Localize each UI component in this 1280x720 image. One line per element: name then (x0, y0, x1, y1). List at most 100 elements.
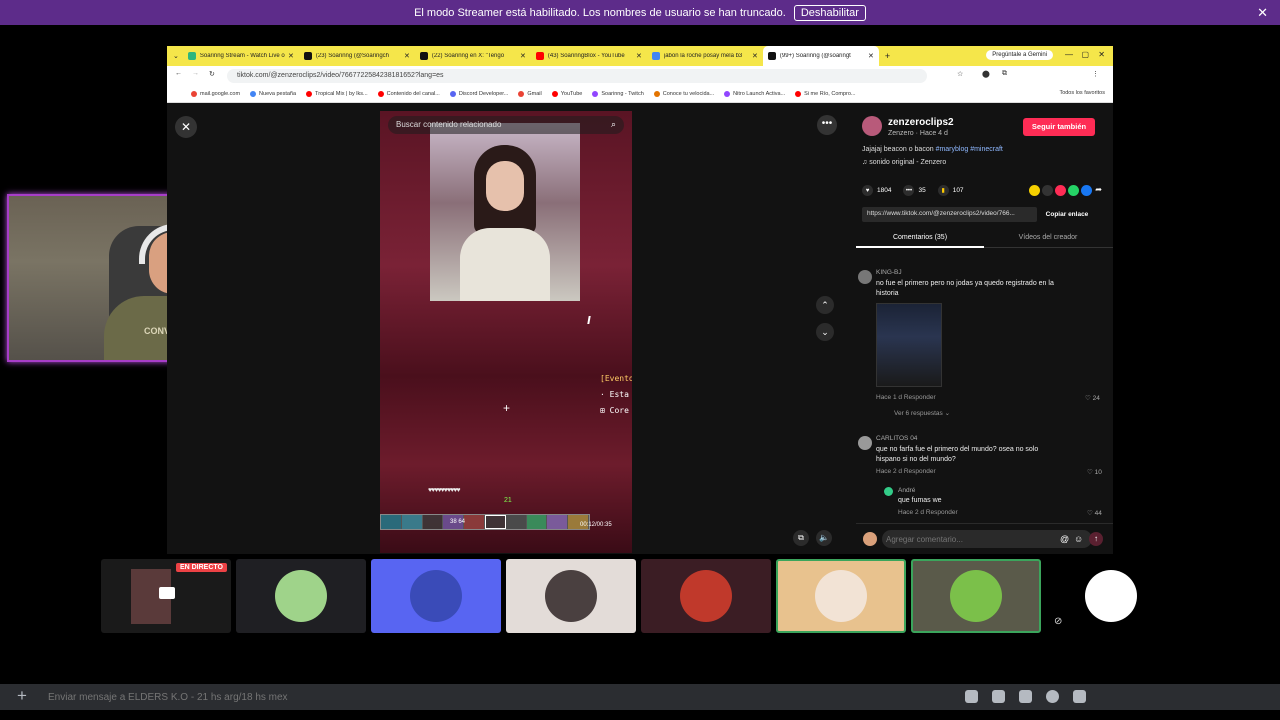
mention-icon[interactable]: @ (1060, 534, 1069, 544)
tab-close-icon[interactable]: ✕ (288, 52, 294, 60)
participant-tile[interactable] (371, 559, 501, 633)
participant-tile[interactable] (236, 559, 366, 633)
reply-meta[interactable]: Hace 2 d Responder (898, 509, 958, 516)
bookmark-item[interactable]: Nitro Launch Activa... (724, 91, 785, 97)
bookmark-label: Discord Developer... (458, 91, 509, 97)
browser-tab[interactable]: (23) Soarinng (@Soaringch ✕ (299, 46, 415, 66)
browser-tab[interactable]: (22) Soarinng en X: "Tengo ✕ (415, 46, 531, 66)
bookmark-item[interactable]: Conoce tu velocida... (653, 91, 714, 97)
more-options-icon[interactable]: ••• (817, 115, 837, 135)
bookmark-item[interactable]: YouTube (551, 91, 582, 97)
comment-avatar[interactable] (858, 270, 872, 284)
tab-close-icon[interactable]: ✕ (868, 52, 874, 60)
send-icon[interactable] (1055, 185, 1067, 196)
puzzle-icon[interactable]: ⧉ (1002, 70, 1007, 78)
tab-creator-videos[interactable]: Vídeos del creador (984, 228, 1112, 248)
creator-username[interactable]: zenzeroclips2 (888, 117, 954, 128)
participant-tile[interactable] (641, 559, 771, 633)
prev-video-icon[interactable]: ⌃ (816, 296, 834, 314)
bookmark-item[interactable]: Tropical Mix | by lks... (306, 91, 368, 97)
participant-tile[interactable] (776, 559, 906, 633)
browser-tab[interactable]: (99+) Soarinng (@soaringt ✕ (762, 46, 879, 66)
pip-icon[interactable]: ⧉ (793, 530, 809, 546)
follow-button[interactable]: Seguir también (1023, 118, 1095, 136)
gemini-button[interactable]: Pregúntale a Gemini (986, 50, 1053, 60)
creator-avatar[interactable] (862, 116, 882, 136)
forward-icon[interactable]: → (192, 70, 199, 77)
bookmark-item[interactable]: Soarinng - Twitch (592, 91, 644, 97)
post-comment-icon[interactable]: ↑ (1089, 532, 1103, 546)
add-attachment-icon[interactable]: + (17, 686, 27, 706)
bookmark-item[interactable]: Gmail (518, 91, 542, 97)
tab-close-icon[interactable]: ✕ (404, 52, 410, 60)
bookmark-item[interactable]: Contenido del canal... (377, 91, 440, 97)
comment-like[interactable]: ♡ 24 (1085, 394, 1100, 402)
close-video-icon[interactable]: ✕ (175, 116, 197, 138)
hashtags[interactable]: #maryblog #minecraft (936, 146, 1003, 153)
disable-streamer-button[interactable]: Deshabilitar (793, 4, 866, 21)
browser-tab[interactable]: (43) SoarinngBlox - YouTube ✕ (531, 46, 647, 66)
volume-icon[interactable]: 🔈 (816, 530, 832, 546)
reload-icon[interactable]: ↻ (209, 70, 215, 78)
share-arrow-icon[interactable]: ➦ (1095, 185, 1102, 196)
embed-icon[interactable] (1042, 185, 1054, 196)
comment-image[interactable] (876, 303, 942, 387)
extension-icon[interactable]: ⬤ (982, 70, 990, 78)
tab-close-icon[interactable]: ✕ (520, 52, 526, 60)
tab-comments[interactable]: Comentarios (35) (856, 228, 984, 248)
participant-tile[interactable] (506, 559, 636, 633)
reply-like[interactable]: ♡ 44 (1087, 509, 1102, 517)
view-replies-button[interactable]: Ver 6 respuestas ⌄ (894, 409, 950, 417)
back-icon[interactable]: ← (175, 70, 182, 77)
emoji-icon[interactable]: ☺ (1074, 534, 1083, 544)
menu-dots-icon[interactable]: ⋮ (1092, 70, 1099, 78)
message-input[interactable] (48, 689, 928, 705)
reply-user[interactable]: André (898, 487, 915, 494)
comment-avatar[interactable] (858, 436, 872, 450)
emoji-share-icon[interactable] (1029, 185, 1041, 196)
reply-avatar[interactable] (884, 487, 893, 496)
save-button[interactable]: ▮ 107 (937, 185, 964, 196)
next-video-icon[interactable]: ⌄ (816, 323, 834, 341)
emoji-icon[interactable] (1046, 690, 1059, 703)
browser-tab[interactable]: jabon la roche posay mela b3 ✕ (647, 46, 763, 66)
video-link-field[interactable]: https://www.tiktok.com/@zenzeroclips2/vi… (862, 207, 1037, 222)
search-input[interactable]: Buscar contenido relacionado (388, 116, 624, 134)
comment-meta[interactable]: Hace 2 d Responder (876, 468, 936, 475)
apps-icon[interactable] (1073, 690, 1086, 703)
search-icon[interactable]: ⌕ (611, 119, 616, 130)
comment-button[interactable]: ••• 35 (903, 185, 926, 196)
comment-user[interactable]: CARLITOS 04 (876, 435, 917, 442)
comment-like[interactable]: ♡ 10 (1087, 468, 1102, 476)
video-player[interactable]: Buscar contenido relacionado ⌕ + [Evento… (380, 111, 632, 553)
whatsapp-icon[interactable] (1068, 185, 1080, 196)
tab-search-icon[interactable]: ⌄ (173, 52, 179, 60)
all-bookmarks[interactable]: Todos los favoritos (1059, 90, 1105, 96)
screenshare-tile[interactable]: EN DIRECTO (101, 559, 231, 633)
sound-link[interactable]: ♫ sonido original - Zenzero (862, 159, 946, 166)
participant-tile[interactable] (911, 559, 1041, 633)
facebook-icon[interactable] (1081, 185, 1093, 196)
comment-meta[interactable]: Hace 1 d Responder (876, 394, 936, 401)
bookmark-item[interactable]: mail.google.com (191, 91, 240, 97)
url-field[interactable]: tiktok.com/@zenzeroclips2/video/76677225… (227, 69, 927, 83)
close-icon[interactable]: ✕ (1257, 5, 1268, 21)
like-button[interactable]: ♥ 1804 (862, 185, 891, 196)
maximize-icon[interactable]: ▢ (1081, 50, 1089, 59)
star-icon[interactable]: ☆ (957, 70, 963, 78)
minimize-icon[interactable]: — (1065, 50, 1073, 59)
bookmark-item[interactable]: Si me Río, Compro... (795, 91, 856, 97)
sticker-icon[interactable] (1019, 690, 1032, 703)
new-tab-icon[interactable]: + (885, 51, 890, 61)
copy-link-button[interactable]: Copiar enlace (1040, 207, 1094, 222)
gift-icon[interactable] (965, 690, 978, 703)
browser-tab[interactable]: Soarinng Stream - Watch Live o ✕ (183, 46, 299, 66)
tab-close-icon[interactable]: ✕ (636, 52, 642, 60)
bookmark-item[interactable]: Nueva pestaña (250, 91, 296, 97)
bookmark-item[interactable]: Discord Developer... (449, 91, 509, 97)
comment-user[interactable]: KING-BJ (876, 269, 902, 276)
participant-tile[interactable]: ⊘ (1046, 559, 1176, 633)
window-close-icon[interactable]: ✕ (1098, 50, 1105, 59)
tab-close-icon[interactable]: ✕ (752, 52, 758, 60)
gif-icon[interactable] (992, 690, 1005, 703)
